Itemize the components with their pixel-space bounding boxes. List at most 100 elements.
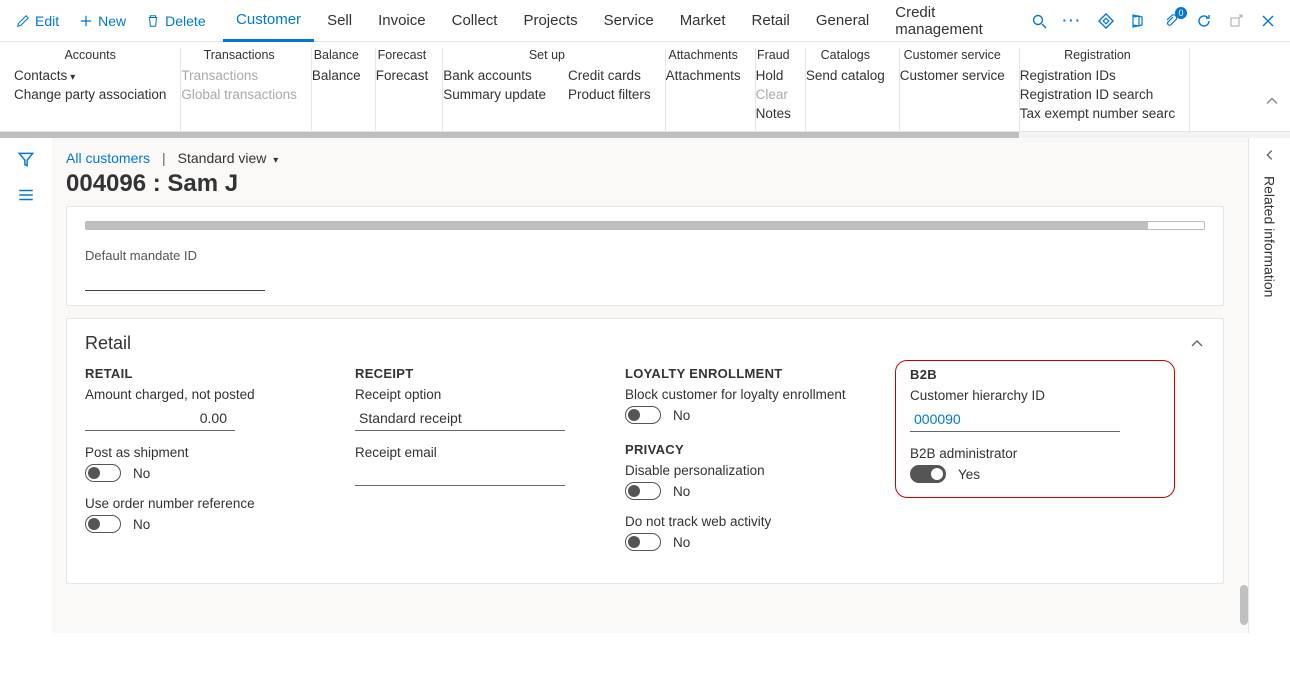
ribbon-group-catalogs: Catalogs Send catalog xyxy=(806,48,900,131)
retail-title: Retail xyxy=(85,333,131,354)
open-external-icon[interactable] xyxy=(1228,13,1244,29)
ribbon-group-setup: Set up Bank accounts Summary update Cred… xyxy=(443,48,665,131)
receipt-option-input[interactable]: Standard receipt xyxy=(355,406,565,431)
field-label: Customer hierarchy ID xyxy=(910,388,1160,403)
edit-button[interactable]: Edit xyxy=(6,7,69,35)
trash-icon xyxy=(146,14,160,28)
close-icon[interactable] xyxy=(1260,13,1276,29)
chevron-down-icon: ▾ xyxy=(70,72,75,83)
related-information-tab[interactable]: Related information xyxy=(1262,176,1278,297)
breadcrumb-link[interactable]: All customers xyxy=(66,150,150,166)
inner-scroll[interactable] xyxy=(85,221,1205,230)
office-icon[interactable] xyxy=(1130,13,1146,29)
toggle-value: No xyxy=(673,408,690,423)
customer-hierarchy-input[interactable]: 000090 xyxy=(910,407,1120,432)
action-attachments[interactable]: Attachments xyxy=(666,68,741,83)
tab-projects[interactable]: Projects xyxy=(510,0,590,42)
action-customer-service[interactable]: Customer service xyxy=(900,68,1005,83)
toggle-value: No xyxy=(673,535,690,550)
search-icon[interactable] xyxy=(1031,13,1047,29)
group-label: Catalogs xyxy=(806,48,885,68)
toggle-value: No xyxy=(133,517,150,532)
action-credit-cards[interactable]: Credit cards xyxy=(568,68,651,83)
view-selector[interactable]: Standard view ▾ xyxy=(178,150,279,166)
delete-button[interactable]: Delete xyxy=(136,7,215,35)
action-global-transactions: Global transactions xyxy=(181,87,297,102)
retail-header[interactable]: Retail xyxy=(85,333,1205,354)
new-button[interactable]: New xyxy=(69,7,136,35)
action-product-filters[interactable]: Product filters xyxy=(568,87,651,102)
action-registration-ids[interactable]: Registration IDs xyxy=(1020,68,1175,83)
ribbon-group-forecast: Forecast Forecast xyxy=(376,48,444,131)
action-registration-id-search[interactable]: Registration ID search xyxy=(1020,87,1175,102)
tab-credit-management[interactable]: Credit management xyxy=(882,0,1030,42)
field-label: Do not track web activity xyxy=(625,514,885,529)
tab-service[interactable]: Service xyxy=(591,0,667,42)
group-label: Fraud xyxy=(756,48,791,68)
list-icon[interactable] xyxy=(17,186,35,204)
ribbon-group-registration: Registration Registration IDs Registrati… xyxy=(1020,48,1190,131)
retail-card: Retail RETAIL Amount charged, not posted… xyxy=(66,318,1224,584)
field-label: Block customer for loyalty enrollment xyxy=(625,387,885,402)
tab-collect[interactable]: Collect xyxy=(439,0,511,42)
attachments-button[interactable]: 0 xyxy=(1162,12,1180,30)
tab-sell[interactable]: Sell xyxy=(314,0,365,42)
do-not-track-toggle[interactable] xyxy=(625,533,661,551)
chevron-left-icon[interactable] xyxy=(1263,148,1277,162)
direct-debit-card: Default mandate ID xyxy=(66,206,1224,306)
action-change-party-association[interactable]: Change party association xyxy=(14,87,166,102)
group-label: Balance xyxy=(312,48,361,68)
scroll-thumb xyxy=(86,222,1148,229)
field-label: B2B administrator xyxy=(910,446,1160,461)
amount-charged-input[interactable]: 0.00 xyxy=(85,406,235,431)
action-transactions: Transactions xyxy=(181,68,297,83)
section-head: B2B xyxy=(910,367,1160,382)
field-label: Use order number reference xyxy=(85,496,345,511)
breadcrumb: All customers | Standard view ▾ xyxy=(66,150,1238,166)
tab-invoice[interactable]: Invoice xyxy=(365,0,439,42)
filter-icon[interactable] xyxy=(17,150,35,168)
page-title: 004096 : Sam J xyxy=(66,170,1238,198)
action-hold[interactable]: Hold xyxy=(756,68,791,83)
b2b-administrator-toggle[interactable] xyxy=(910,465,946,483)
page-content: All customers | Standard view ▾ 004096 :… xyxy=(52,138,1248,633)
section-b2b: B2B Customer hierarchy ID 000090 B2B adm… xyxy=(895,366,1175,565)
action-contacts[interactable]: Contacts▾ xyxy=(14,68,166,83)
refresh-icon[interactable] xyxy=(1196,13,1212,29)
mandate-label: Default mandate ID xyxy=(85,248,1205,263)
action-tax-exempt-number-search[interactable]: Tax exempt number searc xyxy=(1020,106,1175,121)
field-label: Amount charged, not posted xyxy=(85,387,345,402)
toggle-value: No xyxy=(133,466,150,481)
mandate-input[interactable] xyxy=(85,263,265,291)
block-loyalty-toggle[interactable] xyxy=(625,406,661,424)
post-as-shipment-toggle[interactable] xyxy=(85,464,121,482)
field-label: Receipt email xyxy=(355,445,615,460)
collapse-ribbon-icon[interactable] xyxy=(1264,93,1280,112)
ribbon-group-customer-service: Customer service Customer service xyxy=(900,48,1020,131)
tab-customer[interactable]: Customer xyxy=(223,0,314,42)
group-label: Attachments xyxy=(666,48,741,68)
action-summary-update[interactable]: Summary update xyxy=(443,87,546,102)
action-notes[interactable]: Notes xyxy=(756,106,791,121)
action-forecast[interactable]: Forecast xyxy=(376,68,429,83)
more-icon[interactable]: ··· xyxy=(1063,13,1083,28)
use-order-ref-toggle[interactable] xyxy=(85,515,121,533)
section-loyalty-privacy: LOYALTY ENROLLMENT Block customer for lo… xyxy=(625,366,885,565)
tab-market[interactable]: Market xyxy=(667,0,739,42)
delete-label: Delete xyxy=(165,13,205,29)
b2b-highlight-box: B2B Customer hierarchy ID 000090 B2B adm… xyxy=(895,360,1175,498)
action-balance[interactable]: Balance xyxy=(312,68,361,83)
ribbon-group-transactions: Transactions Transactions Global transac… xyxy=(181,48,312,131)
new-label: New xyxy=(98,13,126,29)
disable-personalization-toggle[interactable] xyxy=(625,482,661,500)
receipt-email-input[interactable] xyxy=(355,464,565,486)
plus-icon xyxy=(79,14,93,28)
action-bank-accounts[interactable]: Bank accounts xyxy=(443,68,546,83)
page-scrollbar[interactable] xyxy=(1240,585,1248,625)
tab-general[interactable]: General xyxy=(803,0,882,42)
action-send-catalog[interactable]: Send catalog xyxy=(806,68,885,83)
section-head: LOYALTY ENROLLMENT xyxy=(625,366,885,381)
command-bar: Edit New Delete Customer Sell Invoice Co… xyxy=(0,0,1290,42)
tab-retail[interactable]: Retail xyxy=(739,0,803,42)
diamond-icon[interactable] xyxy=(1098,13,1114,29)
